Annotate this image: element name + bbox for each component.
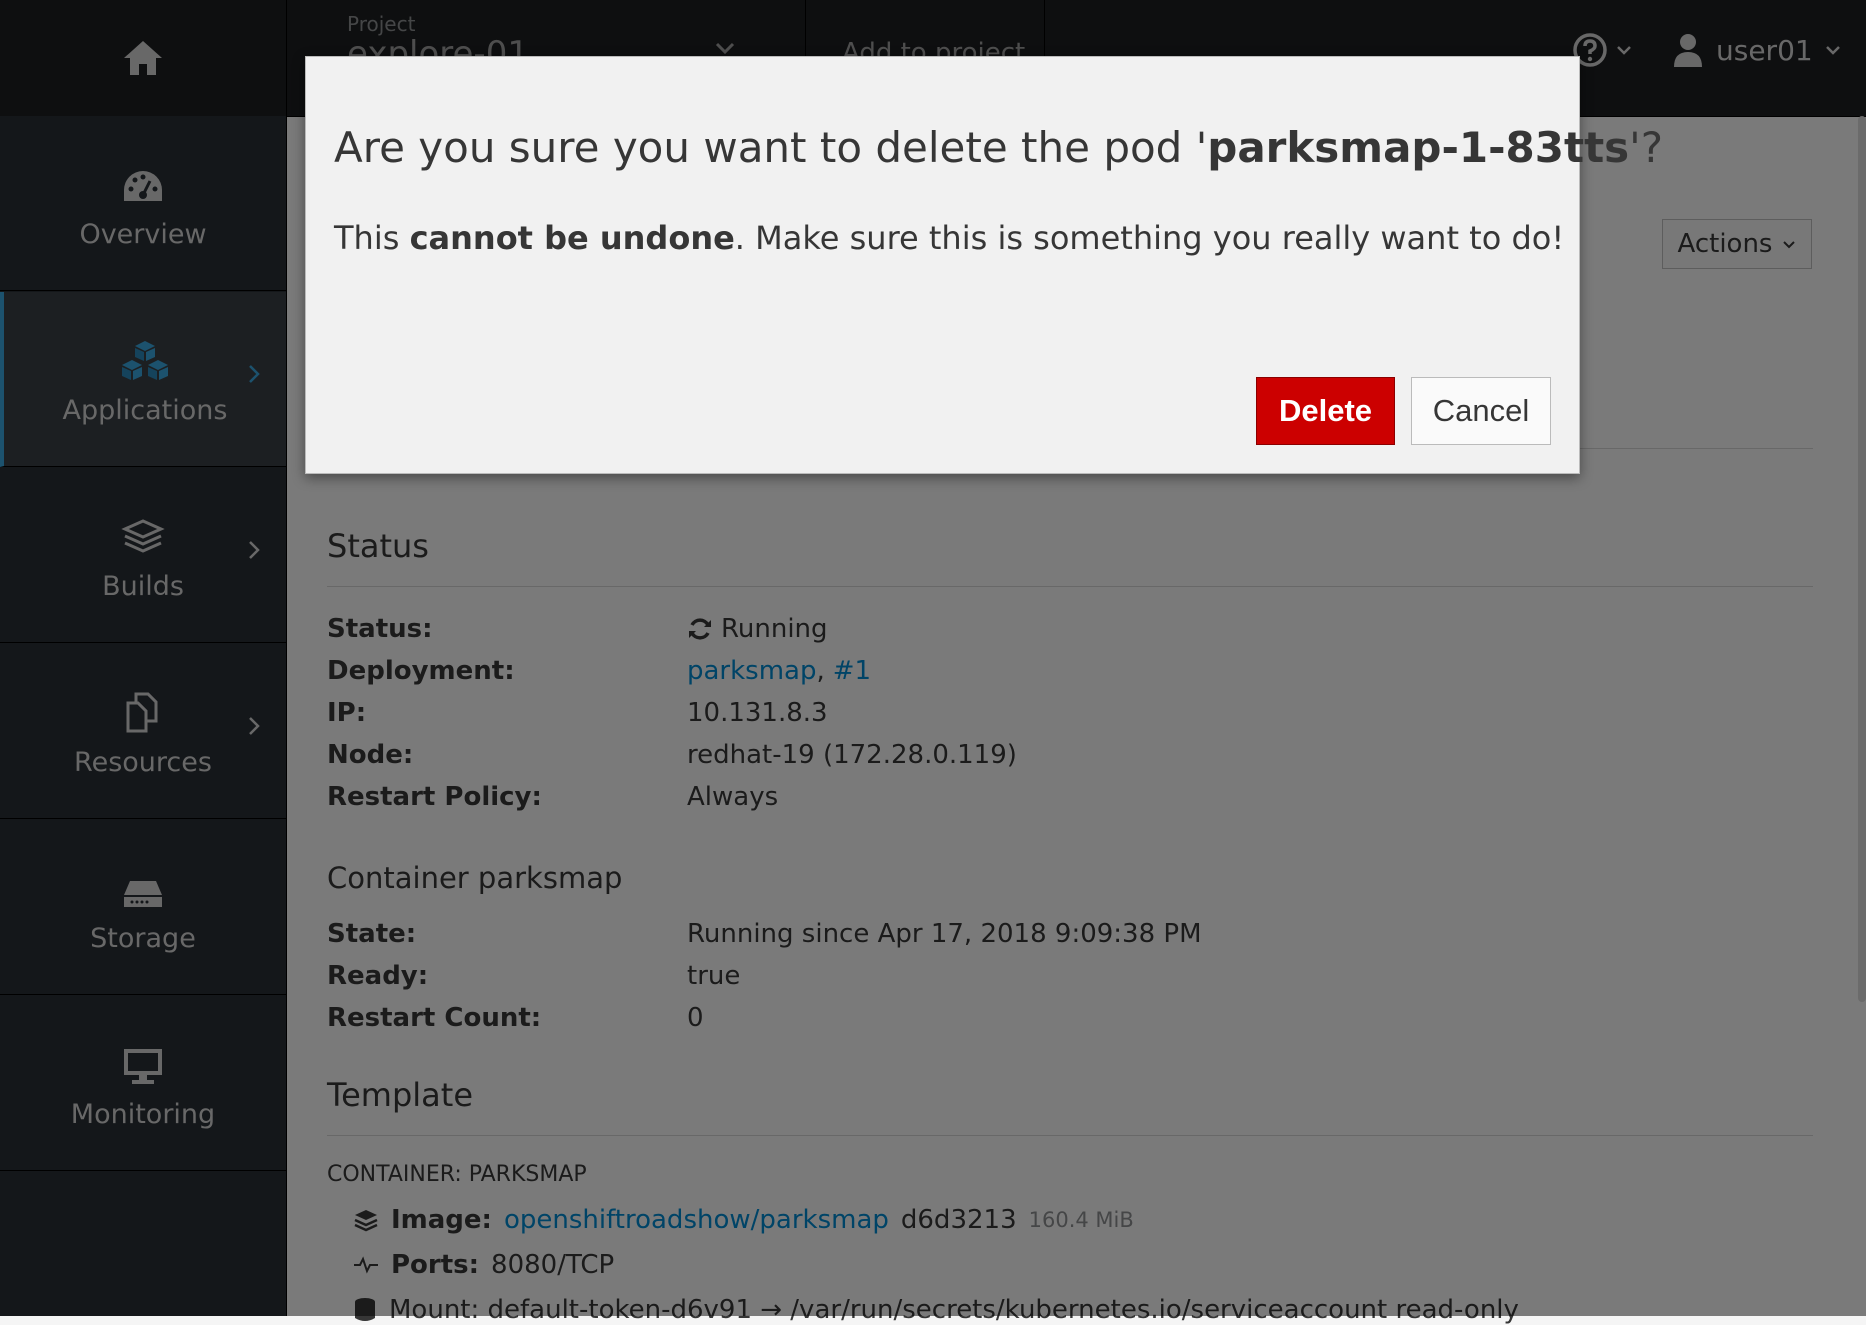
cancel-button[interactable]: Cancel: [1411, 377, 1551, 445]
title-text: Are you sure you want to delete the pod …: [334, 123, 1208, 172]
delete-button[interactable]: Delete: [1256, 377, 1395, 445]
message-suffix: . Make sure this is something you really…: [734, 219, 1565, 257]
title-suffix: '?: [1629, 123, 1664, 172]
pod-name: parksmap-1-83tts: [1207, 123, 1630, 172]
delete-confirm-dialog: Are you sure you want to delete the pod …: [305, 56, 1663, 474]
message-emphasis: cannot be undone: [409, 219, 735, 257]
message-prefix: This: [334, 219, 410, 257]
dialog-title: Are you sure you want to delete the pod …: [334, 123, 1663, 172]
dialog-message: This cannot be undone. Make sure this is…: [334, 219, 1564, 257]
scrollbar[interactable]: [1858, 116, 1866, 1002]
